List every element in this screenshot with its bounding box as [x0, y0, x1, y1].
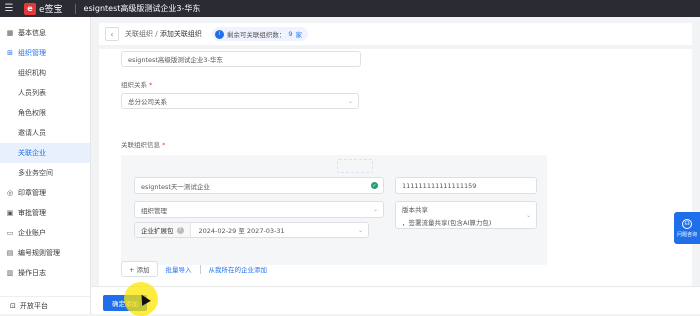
- headset-icon: ☊: [682, 218, 692, 229]
- sidebar-item-roles[interactable]: 角色权限: [0, 103, 90, 123]
- numbering-icon: ▤: [6, 249, 14, 257]
- watermark: [337, 159, 373, 173]
- breadcrumb-bar: ‹ 关联组织 / 添加关联组织 i 剩余可关联组织数： 9 家: [99, 23, 692, 45]
- chevron-down-icon: ⌄: [347, 97, 353, 105]
- add-related-org-form: esigntest高级版测试企业3-华东 组织关系 * 总分公司关系 ⌄ 关联组…: [99, 49, 692, 297]
- sidebar-footer-label: 开放平台: [19, 301, 48, 310]
- sidebar-item-workspaces[interactable]: 多业务空间: [0, 163, 90, 183]
- related-info-label: 关联组织信息 *: [121, 139, 165, 149]
- menu-icon[interactable]: ☰: [0, 0, 18, 17]
- building-icon: ▦: [6, 29, 14, 37]
- sidebar-item-org-management[interactable]: ⊞ 组织管理: [0, 43, 90, 63]
- sidebar-item-numbering[interactable]: ▤ 编号规则管理: [0, 243, 90, 263]
- sidebar-item-invite[interactable]: 邀请人员: [0, 123, 90, 143]
- package-label-box: 企业扩展包 ?: [135, 223, 191, 237]
- edition-line1: 版本共享: [402, 205, 428, 214]
- relation-label-text: 组织关系: [121, 81, 147, 89]
- sidebar-footer-open-platform[interactable]: ⊡ 开放平台: [0, 296, 90, 314]
- related-org-code-field[interactable]: 111111111111111159: [395, 177, 537, 194]
- org-name-value: esigntest高级版测试企业3-华东: [128, 56, 223, 64]
- action-row: + 添加 批量导入 从我所在的企业添加: [121, 261, 267, 277]
- log-icon: ▥: [6, 269, 14, 277]
- extension-package-field[interactable]: 企业扩展包 ? 2024-02-29 至 2027-03-31 ⌄: [134, 222, 369, 238]
- role-select[interactable]: 组织管理 ⌄: [134, 201, 384, 218]
- sidebar-item-label: 基本信息: [18, 29, 46, 37]
- bulk-import-link[interactable]: 批量导入: [166, 264, 192, 274]
- breadcrumb-current: 添加关联组织: [159, 30, 202, 38]
- chevron-down-icon: ⌄: [525, 212, 531, 219]
- chevron-down-icon: ⌄: [372, 206, 378, 213]
- relation-value: 总分公司关系: [128, 98, 167, 106]
- divider: [199, 264, 201, 274]
- quota-count: 9: [288, 30, 293, 38]
- main-content: ‹ 关联组织 / 添加关联组织 i 剩余可关联组织数： 9 家 esigntes…: [91, 17, 700, 314]
- back-button[interactable]: ‹: [105, 27, 119, 41]
- sidebar-item-account[interactable]: ▭ 企业账户: [0, 223, 90, 243]
- related-org-name-field[interactable]: esigntest天一测试企业 ✓: [134, 177, 384, 194]
- help-widget[interactable]: ☊ 问题咨询: [674, 212, 700, 244]
- platform-icon: ⊡: [10, 301, 16, 310]
- footer-bar: 确定添加: [91, 286, 700, 314]
- seal-icon: ◎: [6, 189, 14, 197]
- sidebar-item-label: 组织管理: [18, 49, 46, 57]
- info-icon: i: [214, 29, 224, 39]
- breadcrumb: 关联组织 / 添加关联组织: [125, 29, 202, 39]
- add-from-my-org-link[interactable]: 从我所在的企业添加: [209, 264, 268, 274]
- sidebar-item-label: 印章管理: [18, 189, 46, 197]
- question-icon[interactable]: ?: [176, 226, 184, 234]
- edition-line2: ，签署流量共享(包含AI算力包): [402, 218, 492, 227]
- sidebar-item-members[interactable]: 人员列表: [0, 83, 90, 103]
- current-org-name[interactable]: esigntest高级版测试企业3-华东: [84, 3, 201, 14]
- package-range: 2024-02-29 至 2027-03-31: [198, 227, 285, 235]
- divider: [74, 3, 76, 14]
- role-value: 组织管理: [141, 206, 167, 215]
- add-button[interactable]: + 添加: [121, 261, 158, 277]
- sidebar-item-approvals[interactable]: ▣ 审批管理: [0, 203, 90, 223]
- sidebar-item-logs[interactable]: ▥ 操作日志: [0, 263, 90, 283]
- help-label: 问题咨询: [676, 231, 697, 238]
- required-mark: *: [149, 81, 153, 89]
- sidebar-item-label: 企业账户: [18, 229, 46, 237]
- chevron-down-icon: ⌄: [357, 226, 363, 234]
- org-icon: ⊞: [7, 49, 13, 57]
- related-org-code: 111111111111111159: [402, 181, 477, 190]
- org-name-field[interactable]: esigntest高级版测试企业3-华东: [121, 51, 361, 67]
- related-info-label-text: 关联组织信息: [121, 141, 160, 149]
- sidebar-item-seals[interactable]: ◎ 印章管理: [0, 183, 90, 203]
- quota-label: 剩余可关联组织数：: [226, 31, 286, 39]
- required-mark: *: [162, 141, 166, 149]
- edition-select[interactable]: 版本共享 ，签署流量共享(包含AI算力包) ⌄: [395, 201, 537, 229]
- logo-mark: e: [24, 2, 36, 15]
- chevron-left-icon: ‹: [110, 29, 114, 39]
- sidebar: ▦ 基本信息 ⊞ 组织管理 组织机构 人员列表 角色权限 邀请人员 关联企业 多…: [0, 17, 91, 314]
- app-logo[interactable]: e e签宝: [24, 2, 63, 15]
- sidebar-item-label: 审批管理: [18, 209, 46, 217]
- sidebar-item-org-structure[interactable]: 组织机构: [0, 63, 90, 83]
- wallet-icon: ▭: [6, 229, 14, 237]
- top-bar: ☰ e e签宝 esigntest高级版测试企业3-华东: [0, 0, 700, 17]
- relation-label: 组织关系 *: [121, 79, 152, 89]
- logo-text: e签宝: [39, 5, 63, 15]
- relation-select[interactable]: 总分公司关系 ⌄: [121, 93, 359, 109]
- package-label: 企业扩展包: [141, 227, 174, 235]
- sidebar-item-related-orgs[interactable]: 关联企业: [0, 143, 90, 163]
- breadcrumb-parent[interactable]: 关联组织: [125, 30, 153, 38]
- sidebar-item-label: 编号规则管理: [18, 249, 60, 257]
- sidebar-item-basic-info[interactable]: ▦ 基本信息: [0, 23, 90, 43]
- quota-badge: i 剩余可关联组织数： 9 家: [211, 27, 308, 41]
- quota-unit: 家: [295, 31, 302, 39]
- breadcrumb-separator: /: [155, 30, 158, 38]
- related-org-name: esigntest天一测试企业: [141, 182, 210, 191]
- verified-check-icon: ✓: [371, 182, 378, 189]
- approval-icon: ▣: [6, 209, 14, 217]
- sidebar-item-label: 操作日志: [18, 269, 46, 277]
